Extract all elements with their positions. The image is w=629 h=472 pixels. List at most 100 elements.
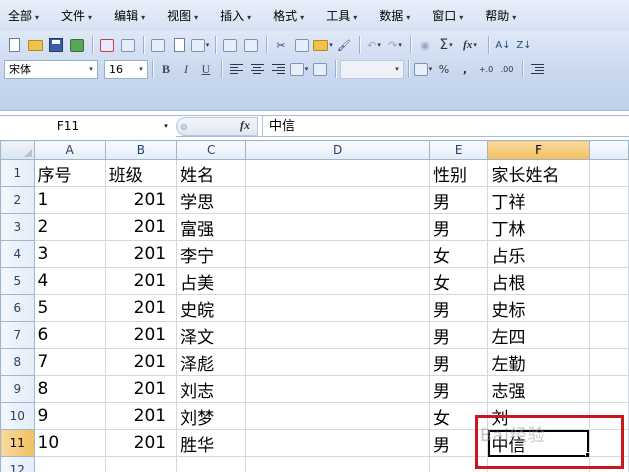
row-header[interactable]: 6: [0, 294, 35, 322]
cell-b1[interactable]: 班级: [104, 159, 178, 187]
cell-f6[interactable]: 史标: [487, 294, 590, 322]
cell-c4[interactable]: 李宁: [176, 240, 247, 268]
row-header[interactable]: 5: [0, 267, 35, 295]
row-header[interactable]: 8: [0, 348, 35, 376]
cell-b11[interactable]: 201: [104, 429, 178, 457]
bold-button[interactable]: B: [157, 60, 175, 78]
cell-f9[interactable]: 志强: [487, 375, 590, 403]
menu-all[interactable]: 全部 ▾: [4, 6, 43, 26]
cell-e12[interactable]: [428, 456, 489, 472]
cell-g6[interactable]: [588, 294, 629, 322]
formula-input[interactable]: 中信: [262, 116, 629, 137]
sort-ascending-button[interactable]: A↓: [493, 35, 513, 55]
underline-button[interactable]: U: [197, 60, 215, 78]
currency-button[interactable]: ▾: [413, 59, 433, 79]
cell-d4[interactable]: [245, 240, 430, 268]
menu-insert[interactable]: 插入 ▾: [216, 6, 255, 26]
permission-button[interactable]: [67, 35, 87, 55]
cell-b5[interactable]: 201: [104, 267, 178, 295]
cell-c10[interactable]: 刘梦: [176, 402, 247, 430]
cell-c7[interactable]: 泽文: [176, 321, 247, 349]
cell-g1[interactable]: [588, 159, 629, 187]
sort-descending-button[interactable]: Z↓: [514, 35, 534, 55]
cell-f12[interactable]: [487, 456, 590, 472]
undo-button[interactable]: ↶ ▾: [364, 35, 384, 55]
menu-view[interactable]: 视图 ▾: [163, 6, 202, 26]
cell-d6[interactable]: [245, 294, 430, 322]
cell-f8[interactable]: 左勤: [487, 348, 590, 376]
percent-button[interactable]: %: [434, 59, 454, 79]
menu-help[interactable]: 帮助 ▾: [481, 6, 520, 26]
insert-function-icon[interactable]: fx: [240, 118, 250, 133]
cell-f3[interactable]: 丁林: [487, 213, 590, 241]
cell-d8[interactable]: [245, 348, 430, 376]
cell-g10[interactable]: [588, 402, 629, 430]
chevron-down-icon[interactable]: ▾: [135, 61, 147, 78]
cell-f5[interactable]: 占根: [487, 267, 590, 295]
cell-d5[interactable]: [245, 267, 430, 295]
format-painter-button[interactable]: 🖌: [334, 35, 354, 55]
menu-edit[interactable]: 编辑 ▾: [110, 6, 149, 26]
cell-f7[interactable]: 左四: [487, 321, 590, 349]
cell-e5[interactable]: 女: [428, 267, 489, 295]
row-header[interactable]: 10: [0, 402, 35, 430]
chevron-down-icon[interactable]: ▾: [85, 61, 97, 78]
cell-b12[interactable]: [104, 456, 178, 472]
cell-d1[interactable]: [245, 159, 430, 187]
chevron-down-icon[interactable]: ▾: [160, 116, 172, 137]
row-header[interactable]: 12: [0, 456, 35, 472]
cell-a1[interactable]: 序号: [33, 159, 106, 187]
column-header-a[interactable]: A: [33, 140, 106, 160]
row-header[interactable]: 1: [0, 159, 35, 187]
cell-b4[interactable]: 201: [104, 240, 178, 268]
spelling-button[interactable]: ▾: [190, 35, 210, 55]
cell-a3[interactable]: 2: [33, 213, 106, 241]
cell-b6[interactable]: 201: [104, 294, 178, 322]
save-button[interactable]: [46, 35, 66, 55]
open-button[interactable]: [25, 35, 45, 55]
row-header[interactable]: 11: [0, 429, 35, 457]
cell-b10[interactable]: 201: [104, 402, 178, 430]
row-header[interactable]: 2: [0, 186, 35, 214]
redo-button[interactable]: ↷ ▾: [385, 35, 405, 55]
cell-e3[interactable]: 男: [428, 213, 489, 241]
row-header[interactable]: 9: [0, 375, 35, 403]
menu-tools[interactable]: 工具 ▾: [322, 6, 361, 26]
cell-e8[interactable]: 男: [428, 348, 489, 376]
cell-g9[interactable]: [588, 375, 629, 403]
cell-c2[interactable]: 学思: [176, 186, 247, 214]
cell-c3[interactable]: 富强: [176, 213, 247, 241]
cell-c1[interactable]: 姓名: [176, 159, 247, 187]
cell-a8[interactable]: 7: [33, 348, 106, 376]
column-header-b[interactable]: B: [104, 140, 178, 160]
cell-c11[interactable]: 胜华: [176, 429, 247, 457]
cell-d12[interactable]: [245, 456, 430, 472]
name-box[interactable]: F11: [0, 116, 176, 137]
column-header-d[interactable]: D: [245, 140, 430, 160]
research-alt-button[interactable]: [241, 35, 261, 55]
cell-d10[interactable]: [245, 402, 430, 430]
wrap-text-button[interactable]: [310, 59, 330, 79]
cell-c12[interactable]: [176, 456, 247, 472]
cell-d9[interactable]: [245, 375, 430, 403]
format-painter-alt-button[interactable]: [220, 35, 240, 55]
align-left-button[interactable]: [226, 59, 246, 79]
cell-c8[interactable]: 泽彪: [176, 348, 247, 376]
cell-g3[interactable]: [588, 213, 629, 241]
cell-b2[interactable]: 201: [104, 186, 178, 214]
increase-decimal-button[interactable]: +.0: [476, 59, 496, 79]
comma-style-button[interactable]: ,: [455, 59, 475, 79]
column-header-c[interactable]: C: [176, 140, 247, 160]
hyperlink-button[interactable]: ◉: [415, 35, 435, 55]
cell-b3[interactable]: 201: [104, 213, 178, 241]
print-preview-button[interactable]: [169, 35, 189, 55]
row-header[interactable]: 4: [0, 240, 35, 268]
email-button[interactable]: [97, 35, 117, 55]
cell-a9[interactable]: 8: [33, 375, 106, 403]
cell-d7[interactable]: [245, 321, 430, 349]
cell-c9[interactable]: 刘志: [176, 375, 247, 403]
cell-c6[interactable]: 史皖: [176, 294, 247, 322]
cell-e6[interactable]: 男: [428, 294, 489, 322]
print-button[interactable]: [148, 35, 168, 55]
align-center-button[interactable]: [247, 59, 267, 79]
